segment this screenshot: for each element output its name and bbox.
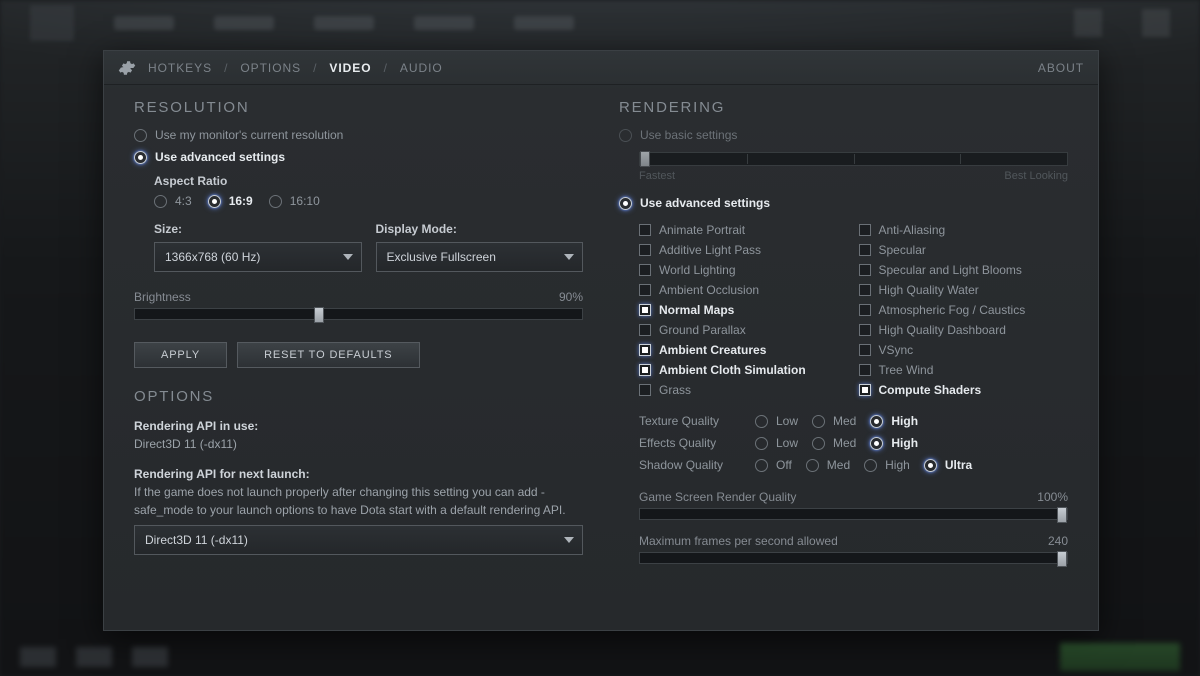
- check-specular_blooms[interactable]: Specular and Light Blooms: [859, 260, 1069, 280]
- check-world_lighting[interactable]: World Lighting: [639, 260, 849, 280]
- reset-defaults-button[interactable]: RESET TO DEFAULTS: [237, 342, 419, 368]
- checkbox-icon: [639, 364, 651, 376]
- check-ambient_occlusion[interactable]: Ambient Occlusion: [639, 280, 849, 300]
- quality-shadow-high[interactable]: High: [864, 458, 910, 472]
- brightness-value: 90%: [559, 290, 583, 304]
- quality-texture-high[interactable]: High: [870, 414, 918, 428]
- radio-icon: [134, 151, 147, 164]
- tab-audio[interactable]: AUDIO: [400, 61, 443, 75]
- rendering-title: RENDERING: [619, 99, 1068, 116]
- checkbox-icon: [859, 344, 871, 356]
- quality-effects-med[interactable]: Med: [812, 436, 856, 450]
- size-dropdown[interactable]: 1366x768 (60 Hz): [154, 242, 362, 272]
- tab-about[interactable]: ABOUT: [1038, 61, 1084, 75]
- aspect-ratio-label: Aspect Ratio: [154, 174, 583, 188]
- use-monitor-resolution-radio[interactable]: Use my monitor's current resolution: [134, 128, 583, 142]
- check-vsync[interactable]: VSync: [859, 340, 1069, 360]
- quality-effects-low[interactable]: Low: [755, 436, 798, 450]
- resolution-advanced-block: Aspect Ratio 4:3 16:9 16:10 Size: 1366x7…: [154, 174, 583, 272]
- render-quality-slider[interactable]: Game Screen Render Quality 100%: [639, 490, 1068, 520]
- settings-tabs: HOTKEYS / OPTIONS / VIDEO / AUDIO ABOUT: [104, 51, 1098, 85]
- footer-blurred: [0, 642, 1200, 672]
- check-fog_caustics[interactable]: Atmospheric Fog / Caustics: [859, 300, 1069, 320]
- brightness-slider[interactable]: Brightness 90%: [134, 290, 583, 320]
- check-specular[interactable]: Specular: [859, 240, 1069, 260]
- quality-shadow: Shadow QualityOffMedHighUltra: [639, 454, 1068, 476]
- resolution-title: RESOLUTION: [134, 99, 583, 116]
- quality-shadow-ultra[interactable]: Ultra: [924, 458, 972, 472]
- size-label: Size:: [154, 222, 362, 236]
- radio-icon: [134, 129, 147, 142]
- tab-hotkeys[interactable]: HOTKEYS: [148, 61, 212, 75]
- checkbox-icon: [639, 244, 651, 256]
- checkbox-icon: [639, 224, 651, 236]
- brightness-label: Brightness: [134, 290, 191, 304]
- chevron-down-icon: [564, 254, 574, 260]
- checkbox-icon: [859, 364, 871, 376]
- checkbox-icon: [639, 304, 651, 316]
- quality-texture: Texture QualityLowMedHigh: [639, 410, 1068, 432]
- quality-effects: Effects QualityLowMedHigh: [639, 432, 1068, 454]
- rendering-checks: Animate Portrait Anti-Aliasing Additive Li…: [639, 220, 1068, 400]
- checkbox-icon: [639, 324, 651, 336]
- chevron-down-icon: [564, 537, 574, 543]
- check-ground_parallax[interactable]: Ground Parallax: [639, 320, 849, 340]
- checkbox-icon: [639, 344, 651, 356]
- gear-icon[interactable]: [118, 59, 136, 77]
- check-animate_portrait[interactable]: Animate Portrait: [639, 220, 849, 240]
- checkbox-icon: [859, 324, 871, 336]
- checkbox-icon: [859, 224, 871, 236]
- tab-video[interactable]: VIDEO: [329, 61, 371, 75]
- basic-quality-slider: [639, 152, 1068, 166]
- use-basic-rendering-radio[interactable]: Use basic settings: [619, 128, 1068, 142]
- use-advanced-resolution-radio[interactable]: Use advanced settings: [134, 150, 583, 164]
- left-column: RESOLUTION Use my monitor's current reso…: [134, 99, 583, 614]
- check-compute_shaders[interactable]: Compute Shaders: [859, 380, 1069, 400]
- quality-texture-med[interactable]: Med: [812, 414, 856, 428]
- use-advanced-rendering-radio[interactable]: Use advanced settings: [619, 196, 1068, 210]
- settings-panel: HOTKEYS / OPTIONS / VIDEO / AUDIO ABOUT …: [103, 50, 1099, 631]
- checkbox-icon: [859, 284, 871, 296]
- aspect-16-9[interactable]: 16:9: [208, 194, 253, 208]
- checkbox-icon: [639, 264, 651, 276]
- quality-effects-high[interactable]: High: [870, 436, 918, 450]
- slider-track[interactable]: [134, 308, 583, 320]
- check-hq_water[interactable]: High Quality Water: [859, 280, 1069, 300]
- display-mode-dropdown[interactable]: Exclusive Fullscreen: [376, 242, 584, 272]
- aspect-4-3[interactable]: 4:3: [154, 194, 192, 208]
- topbar-blurred: [0, 8, 1200, 38]
- apply-button[interactable]: APPLY: [134, 342, 227, 368]
- check-ambient_cloth[interactable]: Ambient Cloth Simulation: [639, 360, 849, 380]
- check-additive_light_pass[interactable]: Additive Light Pass: [639, 240, 849, 260]
- api-in-use: Rendering API in use: Direct3D 11 (-dx11…: [134, 417, 583, 453]
- api-next-launch-help: Rendering API for next launch: If the ga…: [134, 465, 583, 519]
- checkbox-icon: [639, 384, 651, 396]
- quality-shadow-off[interactable]: Off: [755, 458, 792, 472]
- checkbox-icon: [859, 304, 871, 316]
- check-ambient_creatures[interactable]: Ambient Creatures: [639, 340, 849, 360]
- checkbox-icon: [859, 264, 871, 276]
- check-tree_wind[interactable]: Tree Wind: [859, 360, 1069, 380]
- check-normal_maps[interactable]: Normal Maps: [639, 300, 849, 320]
- options-title: OPTIONS: [134, 388, 583, 405]
- display-mode-label: Display Mode:: [376, 222, 584, 236]
- chevron-down-icon: [343, 254, 353, 260]
- quality-texture-low[interactable]: Low: [755, 414, 798, 428]
- quality-shadow-med[interactable]: Med: [806, 458, 850, 472]
- api-next-launch-dropdown[interactable]: Direct3D 11 (-dx11): [134, 525, 583, 555]
- check-anti_aliasing[interactable]: Anti-Aliasing: [859, 220, 1069, 240]
- check-hq_dashboard[interactable]: High Quality Dashboard: [859, 320, 1069, 340]
- tab-options[interactable]: OPTIONS: [240, 61, 301, 75]
- aspect-16-10[interactable]: 16:10: [269, 194, 320, 208]
- checkbox-icon: [859, 244, 871, 256]
- max-fps-slider[interactable]: Maximum frames per second allowed 240: [639, 534, 1068, 564]
- checkbox-icon: [859, 384, 871, 396]
- quality-settings: Texture QualityLowMedHighEffects Quality…: [639, 410, 1068, 476]
- checkbox-icon: [639, 284, 651, 296]
- check-grass[interactable]: Grass: [639, 380, 849, 400]
- right-column: RENDERING Use basic settings Fastest Bes…: [619, 99, 1068, 614]
